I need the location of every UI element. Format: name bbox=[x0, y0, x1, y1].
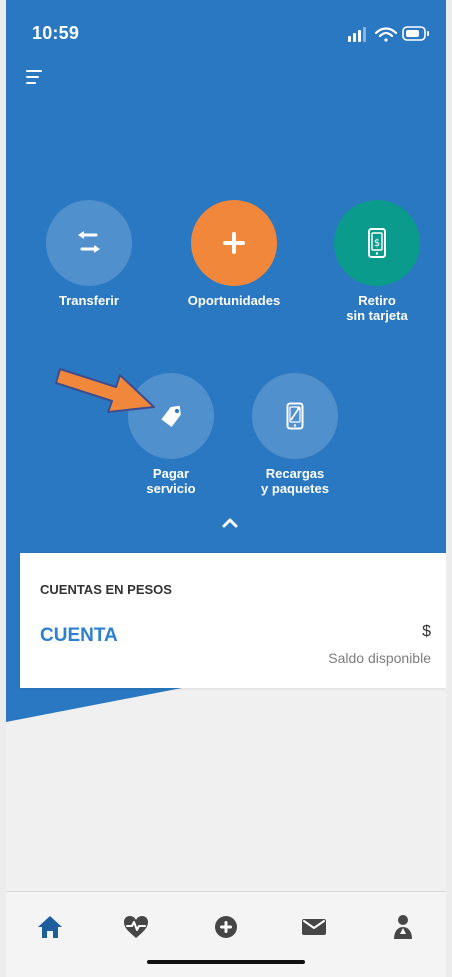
plus-icon bbox=[223, 232, 245, 254]
cardless-withdrawal-label: Retiro sin tarjeta bbox=[346, 293, 408, 323]
menu-line bbox=[26, 70, 42, 72]
transfer-label: Transferir bbox=[59, 293, 119, 308]
tag-icon bbox=[161, 405, 181, 428]
accounts-card[interactable]: CUENTAS EN PESOS CUENTA $ Saldo disponib… bbox=[20, 553, 446, 688]
home-indicator bbox=[147, 960, 305, 964]
mail-icon bbox=[302, 919, 326, 935]
nav-profile[interactable] bbox=[383, 910, 423, 944]
mobile-cash-icon: $ bbox=[368, 228, 386, 258]
menu-line bbox=[26, 76, 39, 78]
cardless-withdrawal-action[interactable]: $ Retiro sin tarjeta bbox=[317, 200, 437, 323]
bottom-nav bbox=[6, 892, 446, 977]
nav-create[interactable] bbox=[206, 910, 246, 944]
menu-line bbox=[26, 82, 36, 84]
menu-button[interactable] bbox=[26, 70, 44, 86]
mobile-screen: 10:59 Transferir Oportunidades $ Retiro … bbox=[6, 0, 446, 977]
accounts-section-title: CUENTAS EN PESOS bbox=[40, 582, 172, 597]
nav-health[interactable] bbox=[116, 910, 156, 944]
phone-topup-icon bbox=[286, 402, 304, 430]
transfer-action[interactable]: Transferir bbox=[29, 200, 149, 308]
pay-service-label: Pagar servicio bbox=[146, 466, 196, 496]
status-bar: 10:59 bbox=[6, 0, 446, 60]
balance-label: Saldo disponible bbox=[328, 650, 431, 666]
pay-service-action[interactable]: Pagar servicio bbox=[111, 373, 231, 496]
wifi-icon bbox=[374, 27, 398, 42]
home-icon bbox=[38, 916, 62, 938]
profile-icon bbox=[394, 915, 412, 939]
account-name[interactable]: CUENTA bbox=[40, 625, 118, 647]
topups-circle bbox=[252, 373, 338, 459]
topups-action[interactable]: Recargas y paquetes bbox=[235, 373, 355, 496]
opportunities-action[interactable]: Oportunidades bbox=[174, 200, 294, 308]
nav-messages[interactable] bbox=[294, 910, 334, 944]
cardless-withdrawal-circle: $ bbox=[334, 200, 420, 286]
transfer-circle bbox=[46, 200, 132, 286]
pay-service-circle bbox=[128, 373, 214, 459]
svg-text:$: $ bbox=[374, 238, 380, 249]
transfer-icon bbox=[78, 231, 100, 253]
chevron-up-icon[interactable] bbox=[219, 512, 241, 534]
status-icons bbox=[348, 26, 429, 42]
nav-home[interactable] bbox=[30, 910, 70, 944]
opportunities-label: Oportunidades bbox=[187, 293, 281, 308]
signal-icon bbox=[348, 27, 366, 42]
plus-circle-icon bbox=[215, 916, 237, 938]
battery-icon bbox=[402, 26, 429, 41]
account-amount: $ bbox=[422, 623, 431, 640]
topups-label: Recargas y paquetes bbox=[261, 466, 329, 496]
heart-pulse-icon bbox=[124, 916, 148, 938]
status-time: 10:59 bbox=[32, 23, 80, 43]
opportunities-circle bbox=[191, 200, 277, 286]
